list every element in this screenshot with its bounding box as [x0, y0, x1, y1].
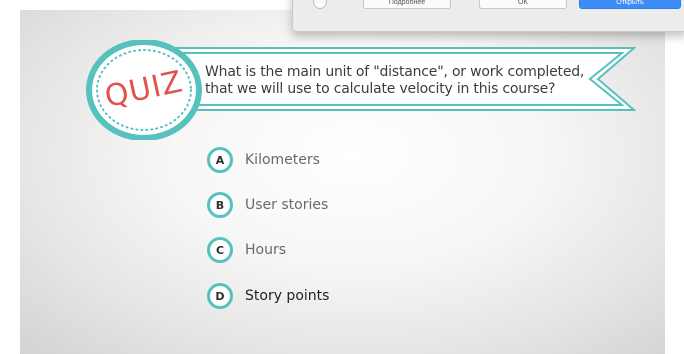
answer-option-d[interactable]: D Story points: [207, 283, 329, 309]
answer-letter-a: A: [207, 147, 233, 173]
quiz-badge: QUIZ: [86, 40, 202, 140]
open-button[interactable]: Открыть: [579, 0, 681, 9]
answer-text-d: Story points: [245, 288, 330, 304]
answer-letter-c: C: [207, 237, 233, 263]
answer-option-c[interactable]: C Hours: [207, 237, 286, 263]
answer-letter-d: D: [207, 283, 233, 309]
answer-text-c: Hours: [245, 242, 287, 258]
answer-letter-b: B: [207, 192, 233, 218]
question-line-1: What is the main unit of "distance", or …: [205, 64, 585, 80]
answer-option-b[interactable]: B User stories: [207, 192, 328, 218]
quiz-slide: QUIZ: [20, 10, 665, 354]
question-line-2: that we will use to calculate velocity i…: [205, 81, 556, 97]
answer-text-a: Kilometers: [245, 152, 320, 168]
details-button[interactable]: Подробнее: [363, 0, 451, 9]
answer-text-b: User stories: [245, 197, 329, 213]
answer-option-a[interactable]: A Kilometers: [207, 147, 320, 173]
help-icon[interactable]: [313, 0, 327, 9]
ok-button[interactable]: OK: [479, 0, 567, 9]
alert-dialog: Подробнее OK Открыть: [292, 0, 684, 32]
question-text: What is the main unit of "distance", or …: [205, 64, 605, 98]
